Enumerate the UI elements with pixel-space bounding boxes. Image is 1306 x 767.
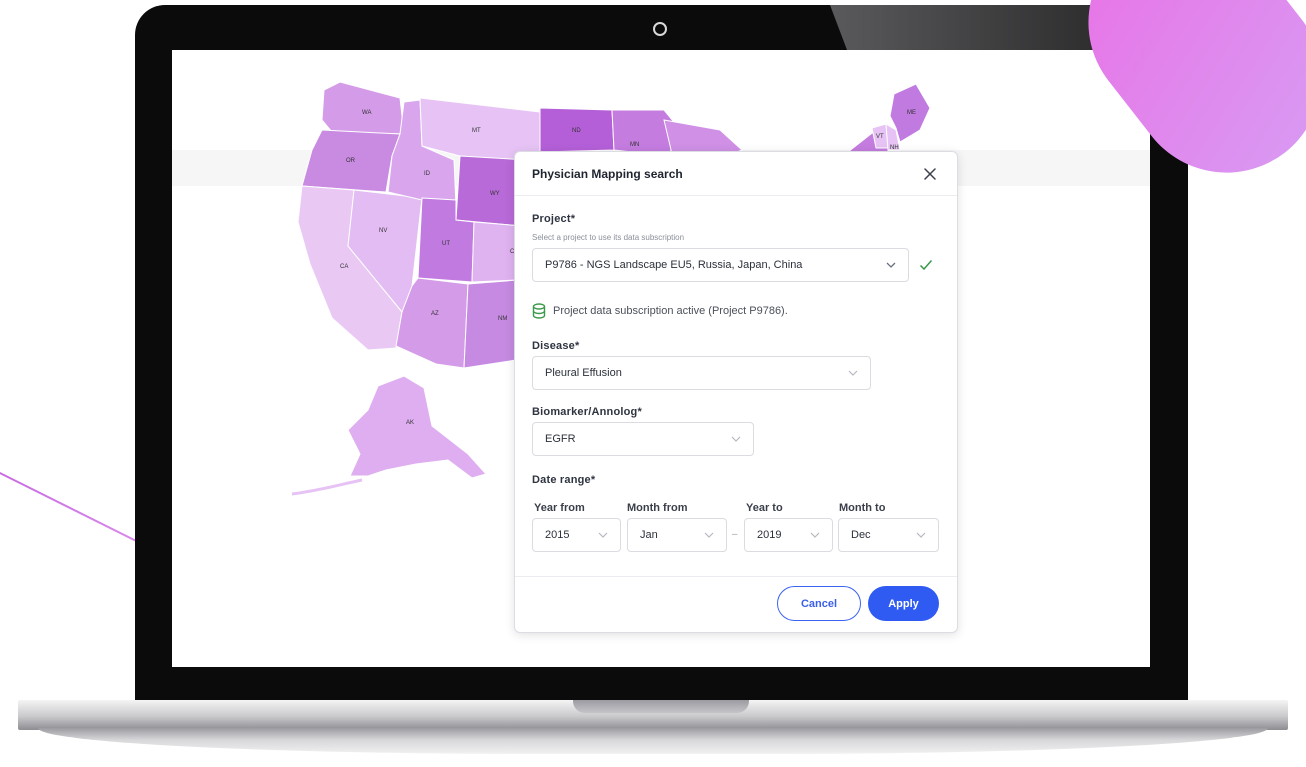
date-range-separator: – — [732, 529, 738, 540]
state-ak[interactable] — [347, 375, 487, 479]
label-or: OR — [346, 158, 356, 164]
year-from-value: 2015 — [545, 529, 570, 541]
project-label: Project* — [532, 213, 576, 225]
subscription-status-text: Project data subscription active (Projec… — [553, 305, 788, 317]
physician-mapping-dialog: Physician Mapping search Project* Select… — [514, 151, 958, 633]
label-mt: MT — [472, 128, 481, 134]
label-nm: NM — [498, 316, 507, 322]
project-select-value: P9786 - NGS Landscape EU5, Russia, Japan… — [545, 259, 803, 271]
biomarker-label: Biomarker/Annolog* — [532, 406, 642, 418]
label-ut: UT — [442, 241, 450, 247]
cancel-button[interactable]: Cancel — [777, 586, 861, 621]
label-az: AZ — [431, 311, 439, 317]
subscription-status: Project data subscription active (Projec… — [532, 303, 788, 319]
disease-select-value: Pleural Effusion — [545, 367, 622, 379]
dialog-title: Physician Mapping search — [532, 167, 683, 181]
state-wa[interactable] — [321, 81, 405, 135]
state-mi[interactable] — [663, 119, 743, 155]
dialog-header: Physician Mapping search — [515, 152, 957, 196]
month-to-select[interactable]: Dec — [838, 518, 939, 552]
label-nv: NV — [379, 228, 387, 234]
month-from-select[interactable]: Jan — [627, 518, 727, 552]
year-to-select[interactable]: 2019 — [744, 518, 833, 552]
label-ak: AK — [406, 420, 414, 426]
camera-icon — [653, 22, 667, 36]
year-from-label: Year from — [534, 502, 585, 514]
chevron-down-icon — [910, 532, 932, 538]
promo-stage: WA OR CA MT ID NV WY UT AZ NM ND MN ME V… — [0, 0, 1306, 767]
state-nm[interactable] — [463, 279, 519, 369]
check-icon — [919, 258, 933, 276]
month-to-label: Month to — [839, 502, 886, 514]
biomarker-select-value: EGFR — [545, 433, 576, 445]
month-from-value: Jan — [640, 529, 658, 541]
label-wy: WY — [490, 191, 500, 197]
apply-button[interactable]: Apply — [868, 586, 939, 621]
aleutian-islands — [291, 478, 363, 496]
laptop-notch — [573, 700, 749, 713]
year-to-value: 2019 — [757, 529, 782, 541]
chevron-down-icon — [842, 370, 864, 376]
chevron-down-icon — [592, 532, 614, 538]
label-id: ID — [424, 171, 431, 177]
app-screen: WA OR CA MT ID NV WY UT AZ NM ND MN ME V… — [172, 50, 1150, 667]
close-icon[interactable] — [920, 164, 940, 184]
disease-label: Disease* — [532, 340, 580, 352]
year-to-label: Year to — [746, 502, 783, 514]
project-select[interactable]: P9786 - NGS Landscape EU5, Russia, Japan… — [532, 248, 909, 282]
bezel-glare — [830, 5, 1120, 51]
dialog-footer-divider — [515, 576, 957, 577]
laptop-base-lip — [38, 728, 1268, 754]
project-help-text: Select a project to use its data subscri… — [532, 233, 685, 242]
disease-select[interactable]: Pleural Effusion — [532, 356, 871, 390]
chevron-down-icon — [804, 532, 826, 538]
label-ca: CA — [340, 264, 348, 270]
chevron-down-icon — [698, 532, 720, 538]
label-nd: ND — [572, 128, 581, 134]
label-vt: VT — [876, 134, 884, 140]
date-range-label: Date range* — [532, 474, 596, 486]
database-icon — [532, 303, 546, 319]
label-wa: WA — [362, 110, 371, 116]
chevron-down-icon — [725, 436, 747, 442]
label-me: ME — [907, 110, 916, 116]
chevron-down-icon — [880, 262, 902, 268]
biomarker-select[interactable]: EGFR — [532, 422, 754, 456]
month-to-value: Dec — [851, 529, 871, 541]
month-from-label: Month from — [627, 502, 688, 514]
label-mn: MN — [630, 142, 639, 148]
year-from-select[interactable]: 2015 — [532, 518, 621, 552]
